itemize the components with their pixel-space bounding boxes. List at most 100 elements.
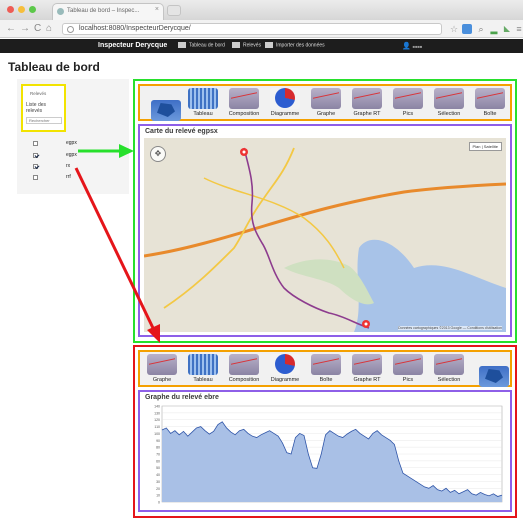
records-search-input[interactable] bbox=[26, 117, 62, 124]
y-tick-label: 20 bbox=[156, 487, 160, 491]
view-button-label: Composition bbox=[228, 111, 260, 117]
extension-icon[interactable] bbox=[462, 24, 472, 34]
nav-dashboard[interactable]: Tableau de bord bbox=[178, 42, 225, 48]
view-button-pics[interactable]: Pics bbox=[390, 88, 426, 118]
view-button-boite[interactable]: Boîte bbox=[308, 354, 344, 384]
tab-close-icon[interactable]: × bbox=[155, 6, 159, 13]
bookmark-star-icon[interactable]: ☆ bbox=[449, 24, 459, 34]
extension-leaf-icon[interactable]: ◣ bbox=[502, 24, 512, 34]
view-button-diagramme[interactable]: Diagramme bbox=[267, 354, 303, 384]
map-attribution: Données cartographiques ©2013 Google — C… bbox=[398, 326, 502, 330]
view-button-selection[interactable]: Sélection bbox=[431, 354, 467, 384]
tab-title: Tableau de bord – Inspec... bbox=[67, 8, 140, 14]
view-button-label: Sélection bbox=[437, 377, 461, 383]
view-button-composition[interactable]: Composition bbox=[226, 354, 262, 384]
view-button-carte[interactable]: Carte bbox=[472, 354, 509, 387]
record-row[interactable]: egpx bbox=[30, 152, 90, 161]
record-checkbox[interactable] bbox=[33, 153, 38, 158]
maximize-window-button[interactable] bbox=[29, 6, 36, 13]
view-button-pics[interactable]: Pics bbox=[390, 354, 426, 384]
view-switcher-bar: Graphe Tableau Composition Diagramme Boî… bbox=[138, 350, 512, 387]
import-icon bbox=[265, 42, 273, 48]
record-row[interactable]: rrf bbox=[30, 174, 90, 183]
chart-widget-panel: Graphe Tableau Composition Diagramme Boî… bbox=[133, 345, 517, 518]
user-menu[interactable]: 👤 ■■■■ bbox=[402, 42, 422, 50]
app-brand[interactable]: Inspecteur Derycque bbox=[98, 42, 167, 49]
records-filter-box: Relevés Liste des relevés bbox=[21, 84, 66, 132]
table-icon bbox=[188, 88, 218, 109]
y-tick-label: 120 bbox=[154, 418, 160, 422]
signal-icon[interactable]: ▂ bbox=[489, 24, 499, 34]
page-info-icon bbox=[67, 26, 74, 33]
reload-button[interactable]: C bbox=[34, 23, 41, 34]
y-tick-label: 70 bbox=[156, 453, 160, 457]
window-controls bbox=[7, 6, 36, 13]
address-bar[interactable]: localhost:8080/InspecteurDerycque/ bbox=[62, 23, 442, 35]
y-tick-label: 110 bbox=[154, 425, 160, 429]
view-button-label: Graphe bbox=[152, 377, 172, 383]
view-button-label: Sélection bbox=[437, 111, 461, 117]
view-switcher-bar: Carte Tableau Composition Diagramme Grap… bbox=[138, 84, 512, 121]
view-button-composition[interactable]: Composition bbox=[226, 88, 262, 118]
y-tick-label: 130 bbox=[154, 411, 160, 415]
y-tick-label: 60 bbox=[156, 459, 160, 463]
forward-button[interactable]: → bbox=[20, 23, 30, 34]
map-type-toggle[interactable]: Plan | Satellite bbox=[468, 142, 502, 151]
view-button-graphe-rt[interactable]: Graphe RT bbox=[349, 88, 385, 118]
view-button-label: Boîte bbox=[483, 111, 497, 117]
record-checkbox[interactable] bbox=[33, 164, 38, 169]
records-list-label: Liste des relevés bbox=[26, 102, 47, 114]
view-button-boite[interactable]: Boîte bbox=[472, 88, 508, 118]
user-name: ■■■■ bbox=[412, 44, 423, 49]
search-icon[interactable]: ⌕ bbox=[476, 24, 486, 34]
view-button-label: Graphe RT bbox=[353, 111, 381, 117]
view-button-tableau[interactable]: Tableau bbox=[185, 354, 221, 384]
view-button-label: Graphe bbox=[316, 111, 336, 117]
browser-toolbar: ← → C ⌂ localhost:8080/InspecteurDerycqu… bbox=[0, 20, 523, 38]
view-button-selection[interactable]: Sélection bbox=[431, 88, 467, 118]
nav-import[interactable]: Importer des données bbox=[265, 42, 325, 48]
new-tab-button[interactable] bbox=[167, 5, 181, 16]
map-view: Carte du relevé egpsx ✥ Plan | Satellite… bbox=[138, 124, 512, 337]
nav-records-label: Relevés bbox=[243, 42, 262, 49]
view-button-label: Composition bbox=[228, 377, 260, 383]
browser-tab[interactable]: Tableau de bord – Inspec... × bbox=[52, 3, 164, 20]
menu-icon[interactable]: ≡ bbox=[514, 24, 523, 34]
graph-icon bbox=[229, 354, 259, 375]
view-button-graphe-rt[interactable]: Graphe RT bbox=[349, 354, 385, 384]
record-label: egpx bbox=[66, 152, 77, 158]
view-button-label: Graphe RT bbox=[353, 377, 381, 383]
record-label: egpx bbox=[66, 140, 77, 146]
view-button-carte[interactable]: Carte bbox=[144, 88, 181, 121]
view-button-tableau[interactable]: Tableau bbox=[185, 88, 221, 118]
record-checkbox[interactable] bbox=[33, 175, 38, 180]
minimize-window-button[interactable] bbox=[18, 6, 25, 13]
chart-view-title: Graphe du relevé ebre bbox=[145, 394, 219, 401]
graph-icon bbox=[475, 88, 505, 109]
map-graphic bbox=[144, 138, 506, 332]
pie-icon bbox=[270, 88, 300, 109]
back-button[interactable]: ← bbox=[6, 23, 16, 34]
home-button[interactable]: ⌂ bbox=[46, 23, 52, 34]
view-button-graphe[interactable]: Graphe bbox=[308, 88, 344, 118]
close-window-button[interactable] bbox=[7, 6, 14, 13]
y-tick-label: 140 bbox=[154, 405, 160, 409]
area-chart[interactable]: 0 10 20 30 40 50 60 70 80 90 100 110 120 130 140 bbox=[140, 392, 510, 510]
record-checkbox[interactable] bbox=[33, 141, 38, 146]
pie-icon bbox=[270, 354, 300, 375]
map-canvas[interactable]: ✥ Plan | Satellite Données cartographiqu… bbox=[144, 138, 506, 332]
map-marker-end-icon[interactable] bbox=[362, 320, 370, 328]
view-button-label: Diagramme bbox=[270, 111, 300, 117]
nav-dashboard-label: Tableau de bord bbox=[189, 42, 225, 49]
map-pan-control-icon[interactable]: ✥ bbox=[150, 146, 166, 162]
record-row[interactable]: rx bbox=[30, 163, 90, 172]
nav-records[interactable]: Relevés bbox=[232, 42, 261, 48]
record-row[interactable]: egpx bbox=[30, 140, 90, 149]
y-tick-label: 30 bbox=[156, 480, 160, 484]
graph-icon bbox=[393, 354, 423, 375]
map-marker-start-icon[interactable] bbox=[240, 148, 248, 156]
graph-icon bbox=[147, 354, 177, 375]
view-button-diagramme[interactable]: Diagramme bbox=[267, 88, 303, 118]
record-label: rx bbox=[66, 163, 71, 169]
view-button-graphe[interactable]: Graphe bbox=[144, 354, 180, 384]
